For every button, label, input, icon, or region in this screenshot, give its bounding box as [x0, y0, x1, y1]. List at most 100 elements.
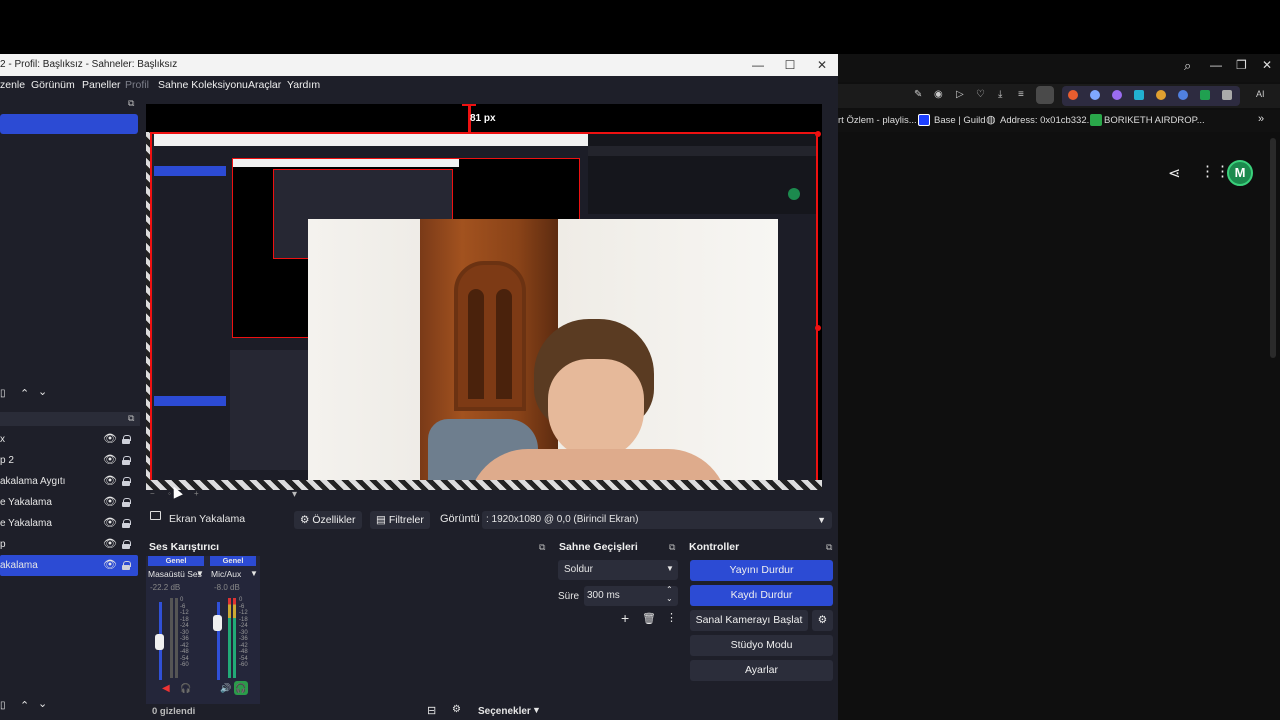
stop-streaming-button[interactable]: Yayını Durdur	[690, 560, 833, 581]
dock-float-icon[interactable]: ⧉	[128, 413, 134, 424]
play-icon[interactable]: ▷	[956, 89, 964, 100]
lock-icon[interactable]	[122, 540, 131, 549]
filters-button[interactable]: ▤ Filtreler	[370, 511, 430, 529]
resize-handle[interactable]	[815, 131, 821, 137]
edit-icon[interactable]: ✎	[914, 89, 922, 100]
speaker-icon[interactable]: 🔊	[220, 683, 231, 694]
lock-icon[interactable]	[122, 477, 131, 486]
more-vertical-icon[interactable]: ⋮	[666, 611, 677, 624]
trash-icon[interactable]: 🗑	[642, 612, 656, 625]
duration-input[interactable]: 300 ms ⌃ ⌄	[584, 585, 678, 606]
profile-ext-icon[interactable]	[1036, 86, 1054, 104]
minimize-icon[interactable]: —	[742, 54, 774, 76]
channel-name[interactable]: Masaüstü Ses	[148, 569, 202, 579]
close-icon[interactable]: ✕	[1262, 58, 1272, 72]
visibility-eye-icon[interactable]: 👁	[103, 513, 117, 534]
avatar[interactable]: M	[1227, 160, 1253, 186]
extension-icon[interactable]	[1178, 90, 1188, 100]
move-up-icon[interactable]: ⌃	[20, 699, 29, 712]
add-icon[interactable]: +	[621, 610, 629, 626]
lock-icon[interactable]	[122, 456, 131, 465]
scene-item-selected[interactable]	[0, 114, 138, 134]
properties-button[interactable]: ⚙ Özellikler	[294, 511, 362, 529]
move-down-icon[interactable]: ⌄	[38, 697, 47, 710]
transition-select[interactable]: Soldur ▼	[558, 560, 678, 580]
menu-profile[interactable]: Profil	[125, 79, 149, 91]
settings-button[interactable]: Ayarlar	[690, 660, 833, 681]
dock-float-icon[interactable]: ⧉	[539, 542, 545, 553]
bookmark-item[interactable]: rt Özlem - playlis...	[838, 115, 917, 126]
dock-float-icon[interactable]: ⧉	[826, 542, 832, 553]
visibility-eye-icon[interactable]: 👁	[103, 471, 117, 492]
search-icon[interactable]: ⌕	[1184, 58, 1191, 74]
maximize-icon[interactable]: ☐	[774, 54, 806, 76]
restore-icon[interactable]: ❐	[1236, 58, 1247, 72]
ai-icon[interactable]: AI	[1256, 89, 1265, 99]
extension-icon[interactable]	[1200, 90, 1210, 100]
menu-scene-collection[interactable]: Sahne Koleksiyonu	[158, 79, 248, 91]
camera-icon[interactable]: ◉	[934, 89, 943, 100]
speaker-muted-icon[interactable]: ◀	[162, 683, 170, 694]
source-row[interactable]: p 2 👁	[0, 450, 138, 471]
gear-icon[interactable]: ⚙	[452, 704, 461, 715]
extension-icon[interactable]	[1156, 90, 1166, 100]
resize-handle[interactable]	[815, 325, 821, 331]
menu-docks[interactable]: Paneller	[82, 79, 121, 91]
dock-float-icon[interactable]: ⧉	[128, 98, 134, 109]
spin-up-icon[interactable]: ⌃	[666, 585, 673, 594]
close-icon[interactable]: ✕	[806, 54, 838, 76]
volume-slider-track[interactable]	[217, 602, 220, 680]
bookmark-item[interactable]: BORIKETH AIRDROP...	[1104, 115, 1205, 126]
visibility-eye-icon[interactable]: 👁	[103, 555, 117, 576]
scrollbar[interactable]	[1270, 138, 1276, 358]
download-icon[interactable]: ⤓	[998, 89, 1002, 100]
stop-recording-button[interactable]: Kaydı Durdur	[690, 585, 833, 606]
menu-edit[interactable]: zenle	[0, 79, 25, 91]
chevron-right-icon[interactable]: »	[1258, 113, 1264, 125]
extension-icon[interactable]	[1134, 90, 1144, 100]
source-row[interactable]: p 👁	[0, 534, 138, 555]
options-button[interactable]: Seçenekler	[478, 706, 531, 717]
source-row[interactable]: x 👁	[0, 429, 138, 450]
heart-icon[interactable]: ♡	[976, 89, 985, 100]
move-up-icon[interactable]: ⌃	[20, 387, 29, 400]
volume-slider-thumb[interactable]	[213, 615, 222, 631]
extension-icon[interactable]	[1068, 90, 1078, 100]
visibility-eye-icon[interactable]: 👁	[103, 450, 117, 471]
chevron-down-icon[interactable]: ▾	[292, 489, 297, 500]
extension-icon[interactable]	[1222, 90, 1232, 100]
chevron-down-icon[interactable]: ▼	[250, 569, 258, 578]
channel-name[interactable]: Mic/Aux	[211, 569, 241, 579]
chevron-down-icon[interactable]: ▼	[196, 569, 204, 578]
source-row[interactable]: e Yakalama 👁	[0, 513, 138, 534]
lock-icon[interactable]	[122, 435, 131, 444]
menu-tools[interactable]: Araçlar	[248, 79, 281, 91]
source-row-selected[interactable]: akalama 👁	[0, 555, 138, 576]
lock-icon[interactable]	[122, 498, 131, 507]
headphone-icon[interactable]: 🎧	[234, 681, 248, 695]
webcam-source[interactable]	[308, 219, 778, 483]
menu-view[interactable]: Görünüm	[31, 79, 75, 91]
studio-mode-button[interactable]: Stüdyo Modu	[690, 635, 833, 656]
bookmark-item[interactable]: Address: 0x01cb332...	[1000, 115, 1095, 126]
source-filter-icon[interactable]: ▯	[0, 700, 6, 711]
visibility-eye-icon[interactable]: 👁	[103, 492, 117, 513]
source-row[interactable]: akalama Aygıtı 👁	[0, 471, 138, 492]
move-down-icon[interactable]: ⌄	[38, 385, 47, 398]
dock-float-icon[interactable]: ⧉	[669, 542, 675, 553]
bookmark-item[interactable]: Base | Guild	[934, 115, 986, 126]
visibility-eye-icon[interactable]: 👁	[103, 429, 117, 450]
list-icon[interactable]: ⊟	[427, 704, 436, 717]
volume-slider-thumb[interactable]	[155, 634, 164, 650]
headphone-icon[interactable]: 🎧	[180, 683, 191, 694]
lock-icon[interactable]	[122, 519, 131, 528]
visibility-eye-icon[interactable]: 👁	[103, 534, 117, 555]
apps-grid-icon[interactable]: ⋮⋮	[1200, 162, 1230, 180]
chevron-down-icon[interactable]: ▼	[532, 705, 541, 715]
extension-icon[interactable]	[1090, 90, 1100, 100]
virtual-camera-settings-button[interactable]: ⚙	[812, 610, 833, 631]
display-select[interactable]: : 1920x1080 @ 0,0 (Birincil Ekran) ▼	[482, 511, 832, 529]
spin-down-icon[interactable]: ⌄	[666, 594, 673, 603]
share-icon[interactable]: ⋖	[1168, 164, 1181, 182]
start-virtual-camera-button[interactable]: Sanal Kamerayı Başlat	[690, 610, 808, 631]
